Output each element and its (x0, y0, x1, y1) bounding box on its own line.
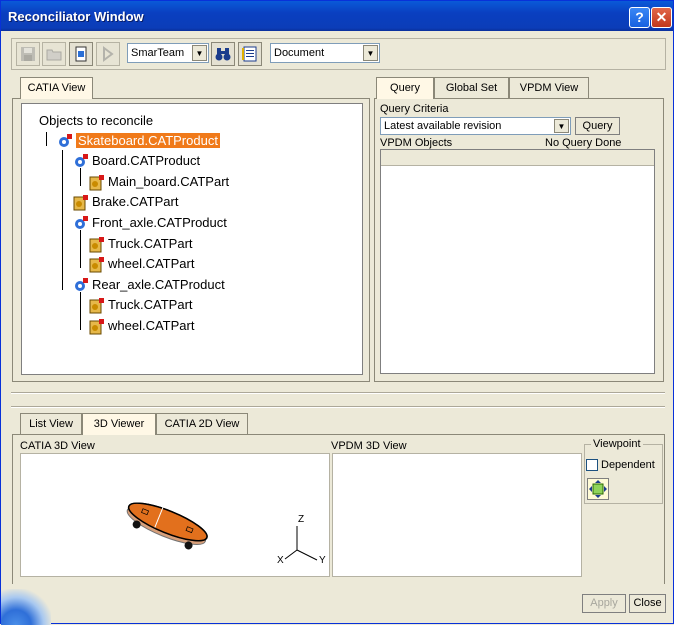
axis-x-label: X (277, 555, 284, 566)
vpdm-3d-view-label: VPDM 3D View (331, 440, 407, 452)
dependent-label: Dependent (601, 459, 655, 471)
sync-icon[interactable] (96, 42, 120, 66)
tree-line (80, 292, 81, 330)
chevron-down-icon[interactable]: ▼ (192, 45, 207, 61)
type-combo-value: Document (274, 47, 325, 59)
tree-node-label: Main_board.CATPart (108, 174, 230, 189)
product-icon (72, 153, 89, 170)
tree-line (46, 132, 47, 146)
part-icon (88, 256, 105, 273)
viewpoint-group-label: Viewpoint (591, 438, 643, 450)
chevron-down-icon[interactable]: ▼ (554, 119, 569, 133)
tree-root-label: Objects to reconcile (39, 113, 154, 128)
dependent-checkbox[interactable] (586, 459, 598, 471)
title-bar[interactable]: Reconciliator Window ? ✕ (1, 1, 673, 31)
product-icon (72, 215, 89, 232)
tab-vpdm-view[interactable]: VPDM View (509, 77, 589, 99)
binoculars-icon[interactable] (211, 42, 235, 66)
tab-query[interactable]: Query (376, 77, 434, 99)
tree-line (62, 150, 63, 290)
apply-button[interactable]: Apply (582, 594, 626, 613)
product-icon (72, 277, 89, 294)
tree-node-label: Brake.CATPart (92, 194, 179, 209)
tree-line (80, 168, 81, 186)
query-criteria-value: Latest available revision (384, 120, 502, 132)
list-view-icon[interactable] (238, 42, 262, 66)
query-criteria-select[interactable]: Latest available revision ▼ (380, 117, 571, 135)
part-icon (72, 194, 89, 211)
tab-query-label: Query (390, 82, 420, 94)
tab-catia-view[interactable]: CATIA View (20, 77, 93, 99)
product-icon (56, 133, 73, 150)
tab-global-set[interactable]: Global Set (434, 77, 509, 99)
divider (11, 406, 665, 408)
vpdm-objects-list[interactable] (380, 149, 655, 374)
reconciliator-window: Reconciliator Window ? ✕ SmarTeam ▼ Docu… (0, 0, 674, 625)
tree-node-label: wheel.CATPart (108, 256, 195, 271)
tree-node-label: Board.CATProduct (92, 153, 201, 168)
axis-y-label: Y (319, 555, 326, 566)
tree-node-label: Front_axle.CATProduct (92, 215, 227, 230)
save-icon[interactable] (16, 42, 40, 66)
vpdm-objects-label: VPDM Objects (380, 137, 453, 149)
document-icon[interactable] (69, 42, 93, 66)
tab-list-view-label: List View (29, 418, 73, 430)
tab-vpdm-view-label: VPDM View (519, 82, 579, 94)
tree-node-label: Skateboard.CATProduct (76, 133, 220, 148)
part-icon (88, 318, 105, 335)
chevron-down-icon[interactable]: ▼ (363, 45, 378, 61)
close-icon[interactable]: ✕ (651, 7, 672, 28)
toolbar: SmarTeam ▼ Document ▼ (11, 38, 666, 70)
team-combo-value: SmarTeam (131, 47, 185, 59)
tree-node-label: wheel.CATPart (108, 318, 195, 333)
reconcile-tree[interactable]: Objects to reconcile Skateboard.CATProdu… (21, 103, 363, 375)
tab-global-set-label: Global Set (445, 82, 498, 94)
vpdm-3d-viewer[interactable] (332, 453, 582, 577)
fit-all-icon[interactable] (587, 478, 609, 500)
close-button[interactable]: Close (629, 594, 666, 613)
catia-3d-view-label: CATIA 3D View (20, 440, 95, 452)
tab-catia-2d-view-label: CATIA 2D View (164, 418, 240, 430)
team-combo[interactable]: SmarTeam ▼ (127, 43, 209, 63)
query-status: No Query Done (545, 137, 622, 149)
decoration-graphic (1, 589, 51, 625)
tab-3d-viewer-label: 3D Viewer (93, 418, 145, 430)
tree-node-label: Truck.CATPart (108, 297, 193, 312)
tree-node-label: Truck.CATPart (108, 236, 193, 251)
type-combo[interactable]: Document ▼ (270, 43, 380, 63)
part-icon (88, 297, 105, 314)
query-button[interactable]: Query (575, 117, 620, 135)
open-folder-icon[interactable] (42, 42, 66, 66)
tree-line (80, 230, 81, 268)
tab-catia-2d-view[interactable]: CATIA 2D View (156, 413, 248, 435)
divider (11, 392, 665, 394)
part-icon (88, 174, 105, 191)
vpdm-list-header (381, 150, 654, 166)
axis-z-label: Z (298, 514, 305, 525)
part-icon (88, 236, 105, 253)
tab-3d-viewer[interactable]: 3D Viewer (82, 413, 156, 435)
tab-catia-view-label: CATIA View (27, 82, 86, 94)
tree-node-label: Rear_axle.CATProduct (92, 277, 225, 292)
tab-list-view[interactable]: List View (20, 413, 82, 435)
window-title: Reconciliator Window (8, 9, 144, 24)
catia-3d-viewer[interactable]: Z X Y (20, 453, 330, 577)
help-icon[interactable]: ? (629, 7, 650, 28)
query-criteria-label: Query Criteria (380, 103, 449, 115)
